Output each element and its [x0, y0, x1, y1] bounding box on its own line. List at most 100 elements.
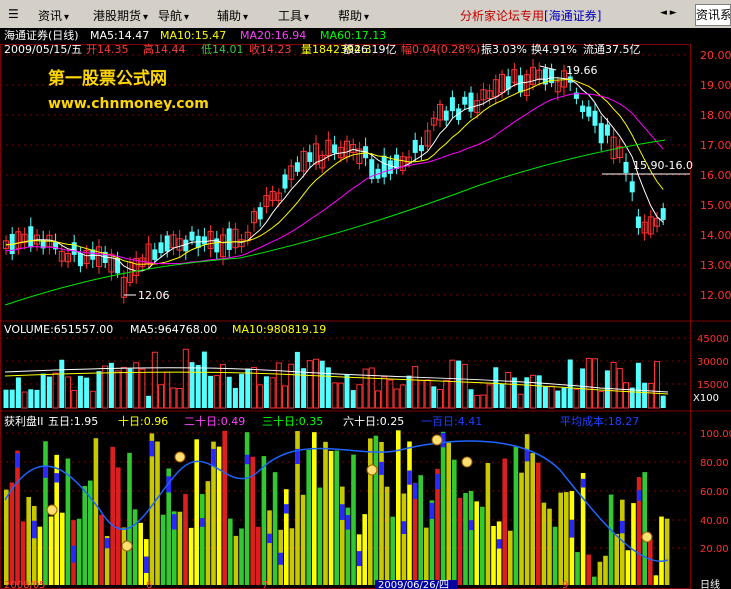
profit-bar-segment — [71, 545, 76, 563]
candle-body-down — [77, 253, 83, 267]
profit-bar — [155, 441, 160, 585]
profit-bar-segment — [267, 533, 272, 544]
candle-body-down — [28, 226, 34, 248]
volume-bar-down — [542, 386, 548, 408]
ma5-label: MA5:14.47 — [90, 29, 149, 42]
volume-label: VOLUME:651557.00 — [4, 323, 113, 336]
scroll-arrows-icon[interactable]: ◄ ► — [660, 8, 677, 18]
profit-bar-segment — [200, 518, 205, 527]
candle-body-down — [115, 257, 121, 274]
profit-bar — [160, 514, 166, 585]
profit-bar — [306, 449, 311, 585]
price-tick: 15.00 — [700, 199, 731, 212]
profit-bar — [536, 462, 541, 585]
profit-bar — [228, 518, 233, 585]
menu-tools[interactable]: 工具 ▾ — [278, 7, 309, 24]
period-label: 日线 — [700, 578, 720, 589]
profit-bar — [99, 514, 104, 585]
menu-hk-futures[interactable]: 港股期货 ▾ — [93, 7, 148, 24]
ma10-label: MA10:15.47 — [160, 29, 226, 42]
volume-bar-down — [245, 368, 251, 408]
price-tick: 20.00 — [700, 49, 731, 62]
profit-bar — [586, 554, 591, 585]
ma60-label: MA60:17.13 — [320, 29, 386, 42]
volume-bar-down — [660, 395, 666, 408]
profit-bar — [65, 458, 71, 585]
ma20-label: MA20:16.94 — [240, 29, 306, 42]
profit-bar — [177, 511, 183, 585]
profit-bar-segment — [244, 454, 250, 465]
profit-bar — [440, 431, 446, 585]
volume-bar-down — [456, 360, 462, 408]
menu-icon[interactable]: ☰ — [8, 7, 19, 21]
profit-bar — [390, 516, 395, 585]
volume-bar-down — [108, 362, 114, 408]
profit-bar — [519, 472, 524, 585]
profit-bar — [334, 450, 339, 585]
price-tick: 13.00 — [700, 259, 731, 272]
candle-body-down — [164, 235, 170, 252]
profit-bar — [513, 446, 519, 585]
menu-navigate-label: 导航 — [158, 9, 183, 23]
profit-bar — [396, 430, 401, 585]
candle-body-down — [580, 105, 586, 112]
profit-bar — [261, 456, 267, 585]
profit-bar — [368, 438, 373, 585]
volume-bar-down — [604, 370, 610, 408]
profit-bar-segment — [340, 504, 345, 520]
profit-30d: 三十日:0.35 — [262, 414, 323, 428]
candle-body-down — [158, 242, 164, 254]
profit-bar — [648, 539, 653, 585]
profit-bar — [407, 441, 412, 585]
profit-bar — [547, 508, 552, 585]
profit-bar-segment — [435, 473, 440, 490]
candle-body-down — [307, 152, 313, 162]
candle-body-down — [189, 231, 195, 241]
profit-bar — [614, 533, 619, 585]
bar-low: 低14.01 — [201, 43, 244, 56]
menu-navigate[interactable]: 导航 ▾ — [158, 7, 189, 24]
volume-bar-down — [344, 374, 350, 408]
money-bag-icon — [431, 434, 443, 446]
candle-body-down — [257, 207, 263, 220]
volume-bar-down — [226, 376, 232, 408]
volume-bar-down — [350, 390, 356, 408]
profit-bar — [631, 503, 636, 585]
menu-assist[interactable]: 辅助 ▾ — [217, 7, 248, 24]
profit-bar-segment — [407, 470, 412, 485]
volume-unit: X100 — [693, 393, 719, 404]
profit-bar — [15, 450, 20, 585]
volume-bar-down — [77, 375, 83, 408]
volume-ma10-label: MA10:980819.19 — [232, 323, 326, 336]
profit-bar — [541, 502, 547, 585]
profit-bar — [121, 527, 127, 585]
profit-bar-segment — [345, 515, 351, 530]
volume-bar-down — [195, 364, 201, 408]
profit-bar — [188, 527, 194, 585]
candle-body-down — [443, 110, 449, 121]
volume-bar-down — [84, 377, 90, 408]
candle-body-down — [604, 124, 610, 136]
profit-bar — [328, 450, 334, 585]
profit-bar-segment — [43, 465, 48, 478]
profit-bar — [138, 522, 143, 585]
chevron-down-icon: ▾ — [364, 12, 370, 23]
profit-bar-segment — [356, 551, 362, 567]
menu-news[interactable]: 资讯 ▾ — [38, 7, 69, 24]
profit-bar — [468, 490, 474, 585]
profit-bar — [664, 518, 670, 585]
menu-help[interactable]: 帮助 ▾ — [338, 7, 369, 24]
profit-bar — [127, 452, 132, 585]
stock-chart[interactable]: 20.00 19.00 18.00 17.00 16.00 15.00 14.00 13.00… — [0, 28, 731, 589]
news-panel-button[interactable]: 资讯系 — [695, 4, 731, 26]
profit-bar — [60, 512, 65, 585]
x-label-4: 9 — [562, 580, 568, 589]
profit-bar — [323, 441, 328, 585]
menu-assist-label: 辅助 — [217, 9, 242, 23]
chevron-down-icon: ▾ — [64, 12, 70, 23]
volume-bar-down — [208, 375, 214, 408]
volume-bar-down — [406, 375, 412, 408]
profit-bar-segment — [149, 440, 155, 457]
profit-100d: 一百日:4.41 — [421, 415, 482, 428]
profit-bar — [48, 516, 54, 585]
